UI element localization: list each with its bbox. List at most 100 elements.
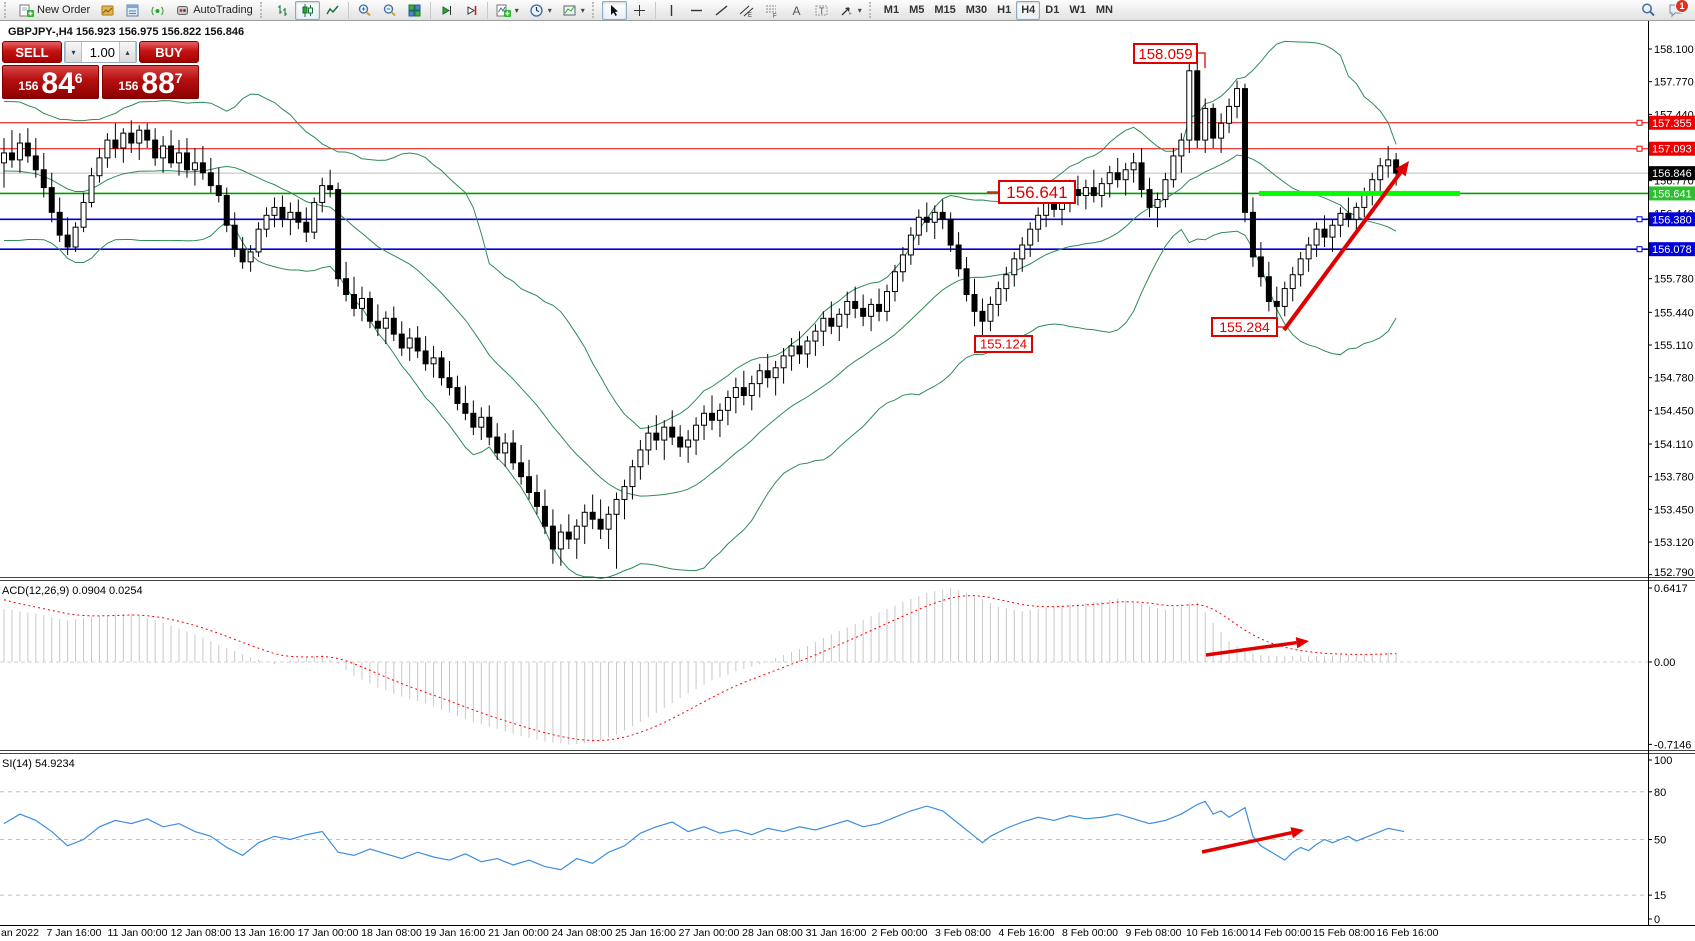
autotrading-button[interactable]: AutoTrading xyxy=(170,1,258,20)
templates-button[interactable]: ▾ xyxy=(557,1,590,20)
timeframe-mn[interactable]: MN xyxy=(1091,1,1118,20)
candle xyxy=(733,388,738,398)
candle xyxy=(837,314,842,326)
chart-shift-button[interactable] xyxy=(459,1,484,20)
market-watch-button[interactable] xyxy=(120,1,145,20)
candle xyxy=(972,295,977,312)
timeframe-w1[interactable]: W1 xyxy=(1064,1,1091,20)
charts-button[interactable] xyxy=(95,1,120,20)
vertical-line-button[interactable] xyxy=(659,1,684,20)
candle xyxy=(184,153,189,170)
zoom-in-button[interactable] xyxy=(352,1,377,20)
svg-text:F: F xyxy=(773,13,777,18)
text-label-button[interactable]: T xyxy=(809,1,834,20)
bollinger-lower-band xyxy=(4,222,1396,579)
text-icon: A xyxy=(789,3,804,18)
price-callout-156.641[interactable]: 156.641 xyxy=(987,181,1075,203)
zoom-out-button[interactable] xyxy=(377,1,402,20)
price-callout-158.059[interactable]: 158.059 xyxy=(1134,44,1205,68)
rsi-tick-label: 0 xyxy=(1654,914,1660,926)
crosshair-button[interactable] xyxy=(627,1,652,20)
candle xyxy=(344,279,349,295)
lot-increase-button[interactable]: ▴ xyxy=(119,42,136,62)
equidistant-channel-button[interactable]: E xyxy=(734,1,759,20)
candle xyxy=(534,493,539,507)
candle xyxy=(264,215,269,229)
candlestick-chart-button[interactable] xyxy=(295,1,320,20)
text-button[interactable]: A xyxy=(784,1,809,20)
timeframe-h1[interactable]: H1 xyxy=(992,1,1016,20)
bid-pips: 84 xyxy=(41,71,74,97)
candle xyxy=(1091,188,1096,196)
lot-decrease-button[interactable]: ▾ xyxy=(65,42,82,62)
candle xyxy=(97,158,102,176)
candle xyxy=(288,212,293,219)
timeframe-h4[interactable]: H4 xyxy=(1016,1,1040,20)
horizontal-line-objects[interactable] xyxy=(0,123,1648,249)
templates-icon xyxy=(562,3,577,18)
candle xyxy=(1346,213,1351,219)
time-tick-label: 8 Feb 00:00 xyxy=(1062,927,1118,939)
thick-green-level-line[interactable] xyxy=(1259,191,1460,196)
search-button[interactable] xyxy=(1635,1,1661,20)
timeframe-m15[interactable]: M15 xyxy=(929,1,960,20)
timeframe-m5[interactable]: M5 xyxy=(904,1,929,20)
notifications-button[interactable]: 1 xyxy=(1663,1,1689,20)
candle xyxy=(606,514,611,529)
candle xyxy=(717,410,722,420)
bid-price-tile[interactable]: 156846 xyxy=(2,65,99,99)
time-tick-label: 25 Jan 16:00 xyxy=(615,927,676,939)
time-tick-label: 10 Feb 16:00 xyxy=(1186,927,1248,939)
timeframe-m30[interactable]: M30 xyxy=(961,1,992,20)
tile-windows-button[interactable] xyxy=(402,1,427,20)
new-order-button[interactable]: New Order xyxy=(14,1,95,20)
chart-objects[interactable]: 158.059 156.641 155.124 155.284 xyxy=(975,44,1409,852)
signals-button[interactable] xyxy=(145,1,170,20)
price-tick-label: 154.450 xyxy=(1654,405,1694,417)
line-handle[interactable] xyxy=(1637,120,1642,125)
candle xyxy=(1115,173,1120,180)
horizontal-line-icon xyxy=(689,3,704,18)
candle xyxy=(1338,213,1343,225)
indicators-button[interactable]: ▾ xyxy=(491,1,524,20)
candle xyxy=(1378,166,1383,180)
candle xyxy=(145,130,150,140)
candle xyxy=(1075,190,1080,196)
main-trend-arrow[interactable] xyxy=(1284,161,1409,330)
text-label-icon: T xyxy=(814,3,829,18)
line-handle[interactable] xyxy=(1637,247,1642,252)
candle xyxy=(646,433,651,450)
timeframe-m1[interactable]: M1 xyxy=(879,1,904,20)
trendline-button[interactable] xyxy=(709,1,734,20)
auto-scroll-button[interactable] xyxy=(434,1,459,20)
line-handle[interactable] xyxy=(1637,146,1642,151)
bar-chart-button[interactable] xyxy=(270,1,295,20)
new-order-button-label: New Order xyxy=(37,4,90,16)
ask-price-tile[interactable]: 156887 xyxy=(102,65,199,99)
price-callout-155.124[interactable]: 155.124 xyxy=(975,336,1032,352)
fibonacci-button[interactable]: F xyxy=(759,1,784,20)
up-arrow-icon: ▴ xyxy=(125,48,129,57)
arrows-icon xyxy=(839,3,854,18)
price-callout-155.284[interactable]: 155.284 xyxy=(1212,318,1285,336)
line-chart-button[interactable] xyxy=(320,1,345,20)
lot-size-input[interactable] xyxy=(82,42,119,62)
candle xyxy=(1211,108,1216,138)
chart-canvas[interactable]: 158.100157.770157.440157.110156.770156.4… xyxy=(0,0,1695,941)
lot-size-spinner: ▾ ▴ xyxy=(64,41,137,63)
line-handle[interactable] xyxy=(1637,217,1642,222)
toolbar-grip xyxy=(869,2,875,18)
candle xyxy=(352,295,357,309)
periods-button[interactable]: ▾ xyxy=(524,1,557,20)
price-tag-label: 156.641 xyxy=(1652,188,1692,200)
buy-button[interactable]: BUY xyxy=(139,41,199,63)
sell-button[interactable]: SELL xyxy=(2,41,62,63)
candle xyxy=(1131,163,1136,170)
main-toolbar: New OrderAutoTrading▾▾▾EFAT▾M1M5M15M30H1… xyxy=(0,0,1695,21)
svg-text:A: A xyxy=(792,4,800,18)
arrows-button[interactable]: ▾ xyxy=(834,1,867,20)
timeframe-d1[interactable]: D1 xyxy=(1040,1,1064,20)
cursor-button[interactable] xyxy=(602,1,627,20)
horizontal-line-button[interactable] xyxy=(684,1,709,20)
candle xyxy=(813,331,818,341)
